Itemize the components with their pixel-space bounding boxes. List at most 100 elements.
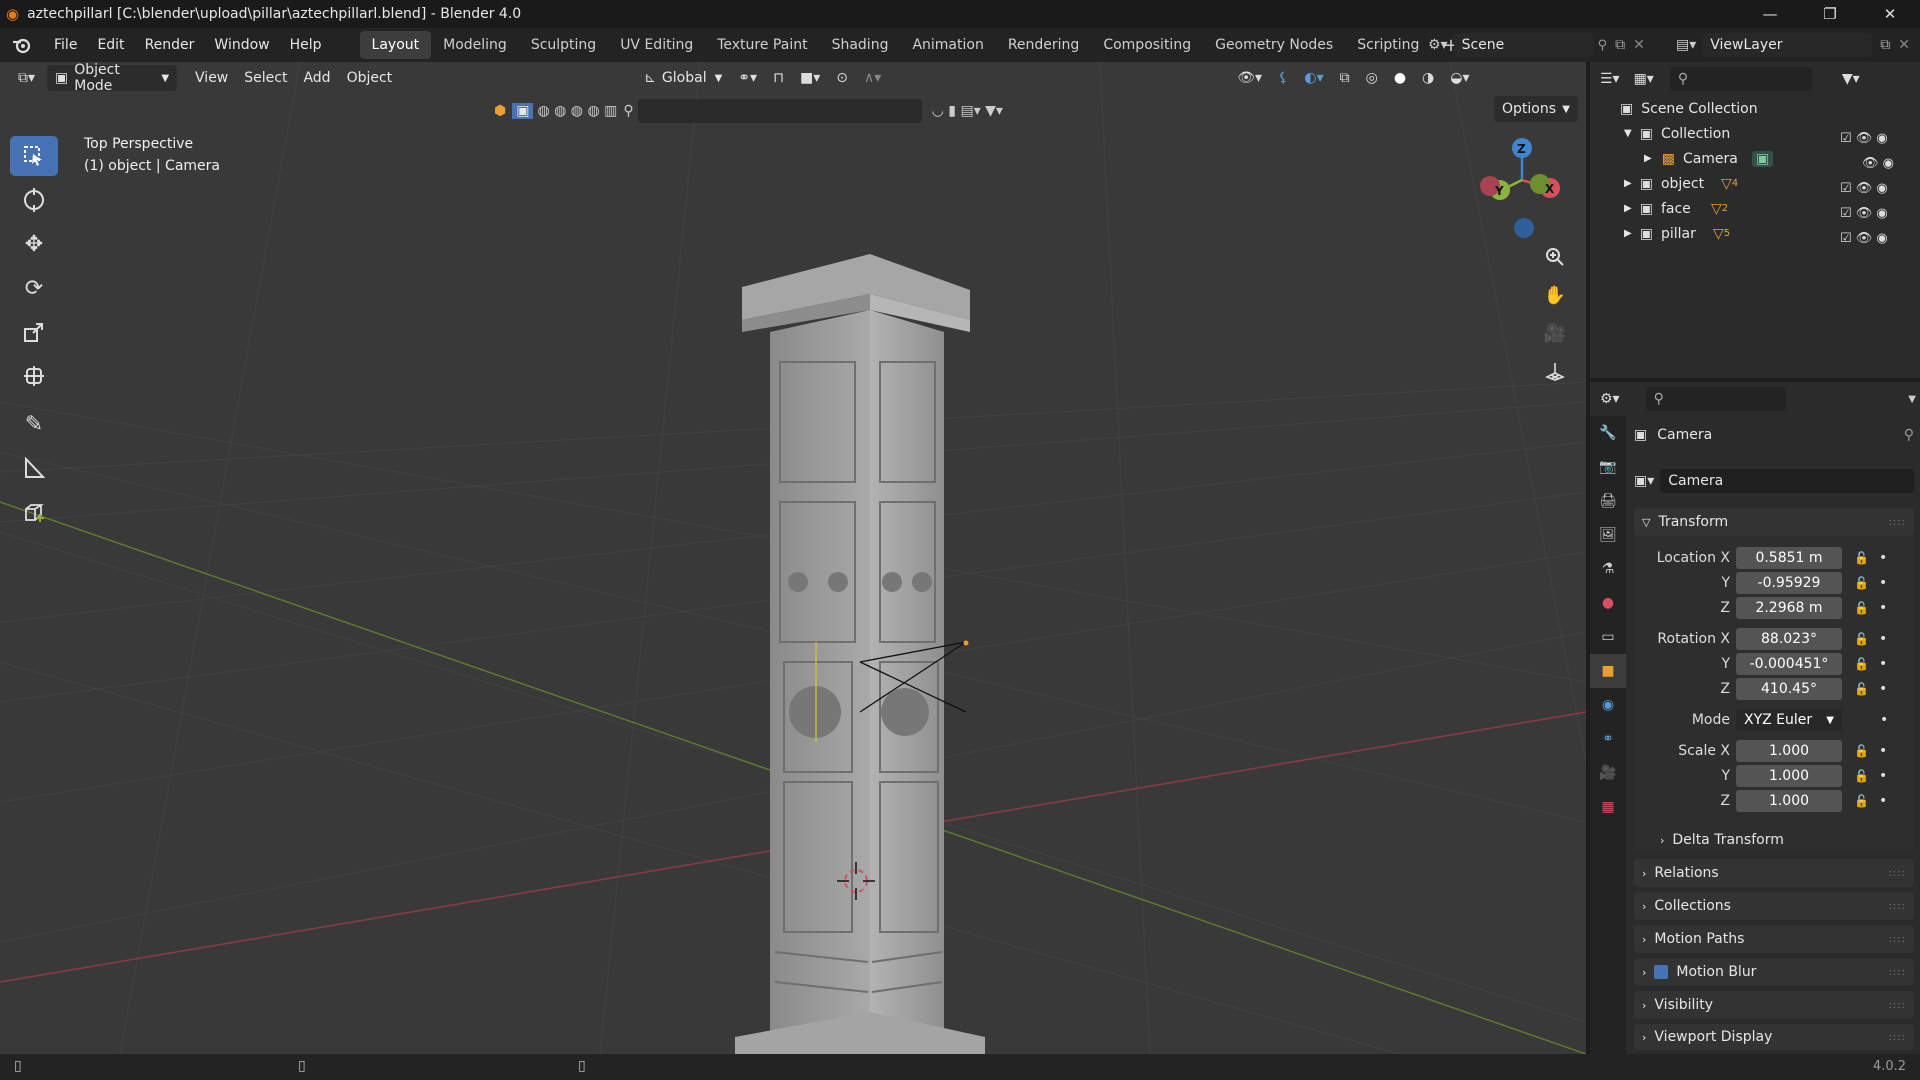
- lock-icon[interactable]: 🔓: [1854, 601, 1869, 615]
- drag-handle-icon[interactable]: ::::: [1889, 1000, 1906, 1011]
- texture-tab-icon[interactable]: ▦: [1590, 790, 1626, 824]
- tab-shading[interactable]: Shading: [820, 31, 901, 59]
- keyframe-icon[interactable]: •: [1879, 575, 1887, 591]
- tab-texture-paint[interactable]: Texture Paint: [705, 31, 819, 59]
- menu-window[interactable]: Window: [204, 28, 279, 62]
- gizmo-toggle-icon[interactable]: ⚸: [1270, 65, 1296, 91]
- pin-icon[interactable]: ⚲: [1904, 427, 1914, 443]
- select-mode-icon-2[interactable]: ◍ ◍ ◍ ◍ ▥: [537, 103, 617, 119]
- xray-toggle-icon[interactable]: ⧉: [1332, 65, 1358, 91]
- delta-transform-subpanel[interactable]: › Delta Transform: [1660, 828, 1784, 852]
- new-scene-icon[interactable]: ⧉: [1615, 37, 1625, 53]
- collection-tab-icon[interactable]: ▭: [1590, 620, 1626, 654]
- transform-orientation-dropdown[interactable]: ⊾ Global ▼: [636, 65, 730, 91]
- scene-selector[interactable]: ⚙▾ Scene ⚲ ⧉ ✕: [1428, 32, 1645, 58]
- menu-object[interactable]: Object: [339, 65, 401, 91]
- view-layer-tab-icon[interactable]: 🖼: [1590, 518, 1626, 552]
- scale-z-field[interactable]: 1.000: [1736, 790, 1842, 812]
- snap-target-icon[interactable]: ■▾: [792, 65, 828, 91]
- add-cube-tool[interactable]: [10, 492, 58, 532]
- rotation-x-field[interactable]: 88.023°: [1736, 628, 1842, 650]
- rotation-z-field[interactable]: 410.45°: [1736, 678, 1842, 700]
- keyframe-icon[interactable]: •: [1879, 681, 1887, 697]
- shading-solid-icon[interactable]: ●: [1386, 65, 1414, 91]
- search-icon[interactable]: ⚲: [623, 103, 633, 119]
- location-x-field[interactable]: 0.5851 m: [1736, 547, 1842, 569]
- tab-scripting[interactable]: Scripting: [1345, 31, 1431, 59]
- physics-tab-icon[interactable]: ◉: [1590, 688, 1626, 722]
- scale-tool[interactable]: [10, 312, 58, 352]
- rotate-tool[interactable]: ⟳: [10, 268, 58, 308]
- viewport-display-panel-header[interactable]: › Viewport Display ::::: [1634, 1024, 1914, 1050]
- measure-tool[interactable]: [10, 448, 58, 488]
- ortho-grid-icon[interactable]: [1538, 354, 1572, 388]
- tab-uv-editing[interactable]: UV Editing: [608, 31, 705, 59]
- keyframe-icon[interactable]: •: [1879, 768, 1887, 784]
- view-layer-selector[interactable]: ▤▾ ViewLayer ⧉ ✕: [1676, 32, 1910, 58]
- object-tab-icon[interactable]: ■: [1590, 654, 1626, 688]
- lock-icon[interactable]: 🔓: [1854, 551, 1869, 565]
- motion-blur-panel-header[interactable]: › Motion Blur ::::: [1634, 958, 1914, 986]
- annotate-tool[interactable]: ✎: [10, 404, 58, 444]
- menu-help[interactable]: Help: [280, 28, 332, 62]
- properties-editor-icon[interactable]: ⚙▾: [1600, 391, 1620, 407]
- falloff-icon[interactable]: ∧▾: [856, 65, 889, 91]
- tab-compositing[interactable]: Compositing: [1091, 31, 1203, 59]
- menu-render[interactable]: Render: [135, 28, 205, 62]
- scale-y-field[interactable]: 1.000: [1736, 765, 1842, 787]
- menu-edit[interactable]: Edit: [87, 28, 134, 62]
- menu-file[interactable]: File: [44, 28, 87, 62]
- menu-select[interactable]: Select: [236, 65, 295, 91]
- maximize-button[interactable]: ❐: [1802, 0, 1858, 28]
- view-layer-name-field[interactable]: ViewLayer: [1702, 33, 1873, 57]
- drag-handle-icon[interactable]: ::::: [1889, 934, 1906, 945]
- scene-collection-row[interactable]: ▣ Scene Collection: [1590, 96, 1920, 121]
- blender-menu-icon[interactable]: [0, 36, 44, 54]
- tab-rendering[interactable]: Rendering: [996, 31, 1092, 59]
- visibility-panel-header[interactable]: › Visibility ::::: [1634, 991, 1914, 1019]
- new-view-layer-icon[interactable]: ⧉: [1880, 37, 1890, 53]
- pin-icon[interactable]: ⚲: [1598, 38, 1608, 53]
- pan-hand-icon[interactable]: ✋: [1538, 278, 1572, 312]
- keyframe-icon[interactable]: •: [1879, 743, 1887, 759]
- lock-icon[interactable]: 🔓: [1854, 769, 1869, 783]
- viewport-search-input[interactable]: [637, 99, 922, 123]
- lock-icon[interactable]: 🔓: [1854, 657, 1869, 671]
- toggle-row-pillar[interactable]: ☑ 👁 ◉: [1840, 226, 1912, 251]
- scale-x-field[interactable]: 1.000: [1736, 740, 1842, 762]
- expand-icon[interactable]: ▼: [1624, 128, 1632, 139]
- outliner-editor-icon[interactable]: ☰▾: [1600, 71, 1620, 87]
- tab-sculpting[interactable]: Sculpting: [519, 31, 608, 59]
- tab-geometry-nodes[interactable]: Geometry Nodes: [1203, 31, 1345, 59]
- toggle-row-camera[interactable]: 👁 ◉: [1840, 151, 1912, 176]
- close-button[interactable]: ✕: [1862, 0, 1918, 28]
- tab-modeling[interactable]: Modeling: [431, 31, 519, 59]
- motion-paths-panel-header[interactable]: › Motion Paths ::::: [1634, 925, 1914, 953]
- filter-icons[interactable]: ◡ ▮ ▤▾ ▼▾: [932, 103, 1003, 119]
- scene-name-field[interactable]: Scene: [1453, 33, 1594, 57]
- location-z-field[interactable]: 2.2968 m: [1736, 597, 1842, 619]
- overlay-toggle-icon[interactable]: ◐▾: [1296, 65, 1331, 91]
- world-tab-icon[interactable]: ●: [1590, 586, 1626, 620]
- keyframe-icon[interactable]: •: [1880, 712, 1888, 728]
- expand-icon[interactable]: ▶: [1624, 203, 1632, 214]
- transform-tool[interactable]: [10, 356, 58, 396]
- chevron-down-icon[interactable]: ▼: [1908, 394, 1916, 405]
- collections-panel-header[interactable]: › Collections ::::: [1634, 892, 1914, 920]
- scene-tab-icon[interactable]: ⚗: [1590, 552, 1626, 586]
- shading-material-icon[interactable]: ◑: [1414, 65, 1442, 91]
- rotation-mode-dropdown[interactable]: XYZ Euler ▼: [1736, 709, 1842, 731]
- color-icon[interactable]: ⬢: [494, 103, 506, 119]
- tab-layout[interactable]: Layout: [359, 31, 432, 59]
- outliner-search-input[interactable]: ⚲: [1669, 67, 1812, 91]
- drag-handle-icon[interactable]: ::::: [1889, 1032, 1906, 1043]
- camera-view-icon[interactable]: 🎥: [1538, 316, 1572, 350]
- drag-handle-icon[interactable]: ::::: [1889, 967, 1906, 978]
- camera-data-tab-icon[interactable]: 🎥: [1590, 756, 1626, 790]
- mode-dropdown[interactable]: ▣ Object Mode ▼: [47, 62, 178, 94]
- menu-view[interactable]: View: [187, 65, 236, 91]
- filter-icon[interactable]: ▼▾: [1842, 71, 1860, 87]
- lock-icon[interactable]: 🔓: [1854, 576, 1869, 590]
- lock-icon[interactable]: 🔓: [1854, 632, 1869, 646]
- snap-icon[interactable]: ⊓: [765, 65, 792, 91]
